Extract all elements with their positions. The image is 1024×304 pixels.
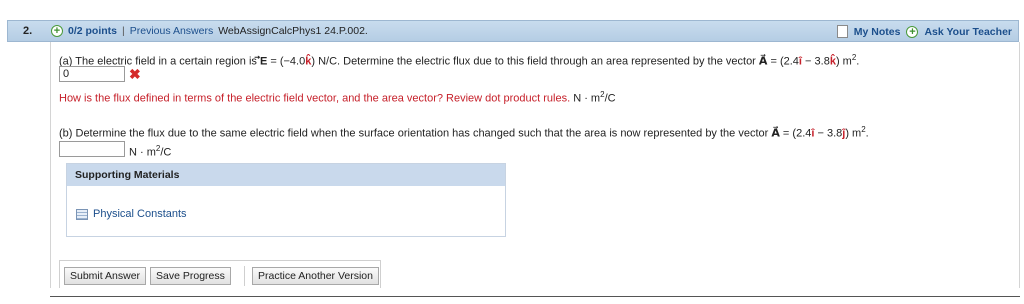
expand-plus-icon[interactable]: + <box>51 25 63 37</box>
question-header: 2. + 0/2 points | Previous Answers WebAs… <box>7 20 1019 42</box>
part-a-hint: How is the flux defined in terms of the … <box>59 90 616 105</box>
supporting-materials-heading: Supporting Materials <box>67 164 505 186</box>
header-separator: | <box>122 25 125 37</box>
header-left: + 0/2 points | Previous Answers WebAssig… <box>51 25 368 37</box>
notes-icon[interactable] <box>836 25 848 38</box>
assignment-id: WebAssignCalcPhys1 24.P.002. <box>218 25 368 37</box>
part-a-prompt: (a) The electric field in a certain regi… <box>59 53 860 68</box>
button-divider <box>244 266 245 286</box>
vector-a-b: A⃗ <box>771 127 780 140</box>
bottom-divider <box>50 296 1020 297</box>
question-number: 2. <box>23 25 33 37</box>
part-b-answer-input[interactable] <box>59 141 125 157</box>
question-body: (a) The electric field in a certain regi… <box>50 42 1020 288</box>
incorrect-x-icon: ✖ <box>129 66 141 82</box>
header-right: My Notes + Ask Your Teacher <box>836 25 1012 38</box>
physical-constants-link[interactable]: Physical Constants <box>76 208 187 220</box>
practice-another-version-button[interactable]: Practice Another Version <box>252 267 379 285</box>
part-b-prompt: (b) Determine the flux due to the same e… <box>59 125 869 140</box>
submit-answer-button[interactable]: Submit Answer <box>64 267 147 285</box>
part-a-answer-input[interactable] <box>59 66 125 82</box>
button-bar: Submit Answer Save Progress Practice Ano… <box>59 260 381 288</box>
part-b-unit: N · m2/C <box>129 144 172 159</box>
previous-answers-link[interactable]: Previous Answers <box>130 25 213 37</box>
document-table-icon <box>76 208 88 220</box>
supporting-materials-panel: Supporting Materials Physical Constants <box>66 163 506 237</box>
save-progress-button[interactable]: Save Progress <box>150 267 231 285</box>
ask-teacher-plus-icon[interactable]: + <box>906 25 919 38</box>
ask-teacher-link[interactable]: Ask Your Teacher <box>924 26 1012 38</box>
points-label: 0/2 points <box>68 25 118 37</box>
my-notes-link[interactable]: My Notes <box>854 26 901 38</box>
